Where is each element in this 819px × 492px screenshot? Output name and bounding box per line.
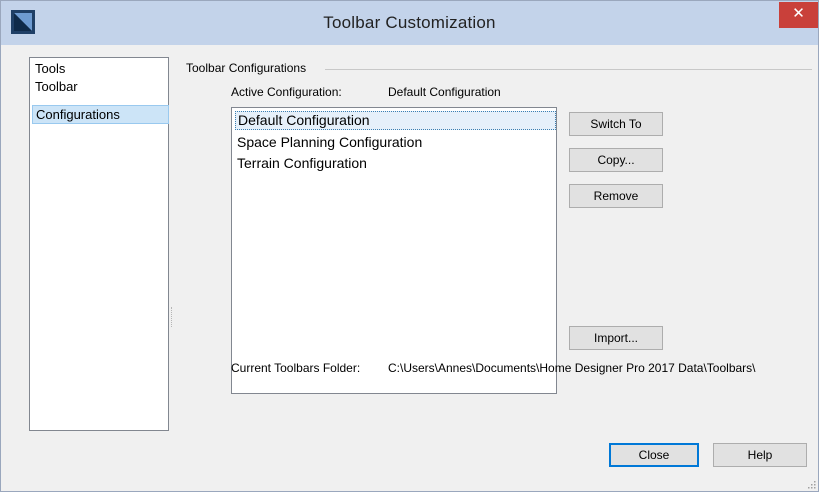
nav-item-tools[interactable]: Tools [32, 60, 167, 78]
category-list[interactable]: Tools Toolbar Configurations [29, 57, 169, 431]
nav-item-toolbar[interactable]: Toolbar [32, 78, 167, 96]
remove-button[interactable]: Remove [569, 184, 663, 208]
close-window-button[interactable]: ✕ [779, 2, 818, 28]
configuration-list[interactable]: Default Configuration Space Planning Con… [231, 107, 557, 394]
toolbars-folder-label: Current Toolbars Folder: [231, 361, 361, 375]
group-title: Toolbar Configurations [186, 61, 307, 75]
toolbar-customization-dialog: Toolbar Customization ✕ Tools Toolbar Co… [0, 0, 819, 492]
dialog-body: Tools Toolbar Configurations Toolbar Con… [8, 45, 816, 485]
close-button[interactable]: Close [609, 443, 699, 467]
group-divider [325, 69, 812, 70]
active-configuration-value: Default Configuration [388, 85, 501, 99]
switch-to-button[interactable]: Switch To [569, 112, 663, 136]
copy-button[interactable]: Copy... [569, 148, 663, 172]
list-item-default-configuration[interactable]: Default Configuration [235, 111, 556, 130]
splitter-handle[interactable] [171, 307, 174, 327]
active-configuration-label: Active Configuration: [231, 85, 342, 99]
list-item-terrain-configuration[interactable]: Terrain Configuration [235, 154, 554, 173]
resize-grip-icon[interactable] [806, 479, 816, 489]
nav-item-configurations[interactable]: Configurations [32, 105, 169, 124]
help-button[interactable]: Help [713, 443, 807, 467]
import-button[interactable]: Import... [569, 326, 663, 350]
toolbars-folder-path: C:\Users\Annes\Documents\Home Designer P… [388, 361, 756, 375]
window-title: Toolbar Customization [323, 13, 496, 32]
list-item-space-planning-configuration[interactable]: Space Planning Configuration [235, 133, 554, 152]
title-bar[interactable]: Toolbar Customization ✕ [1, 1, 818, 45]
